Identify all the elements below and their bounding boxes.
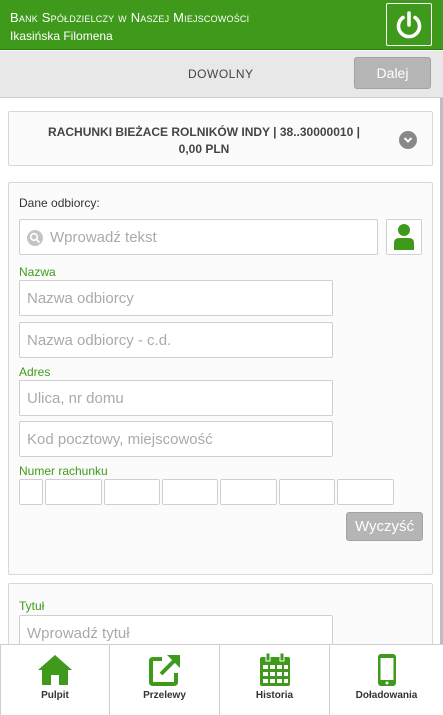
transfer-icon bbox=[147, 653, 183, 687]
next-button[interactable]: Dalej bbox=[354, 57, 431, 89]
account-number-segment-4[interactable] bbox=[162, 479, 218, 505]
title-panel: Tytuł Wprowadź tytuł bbox=[8, 583, 433, 653]
nav-label-pulpit: Pulpit bbox=[41, 690, 69, 701]
account-number-segment-5[interactable] bbox=[220, 479, 277, 505]
search-icon bbox=[27, 230, 43, 246]
contacts-button[interactable] bbox=[386, 219, 422, 255]
account-number-segment-2[interactable] bbox=[45, 479, 102, 505]
account-name: RACHUNKI BIEŻACE ROLNIKÓW INDY | 38..300… bbox=[48, 125, 360, 139]
name-placeholder: Nazwa odbiorcy bbox=[27, 289, 134, 307]
title-placeholder: Wprowadź tytuł bbox=[27, 624, 130, 642]
account-number-segment-3[interactable] bbox=[104, 479, 160, 505]
city-input[interactable]: Kod pocztowy, miejscowość bbox=[19, 421, 333, 457]
nav-label-przelewy: Przelewy bbox=[143, 690, 186, 701]
nav-item-przelewy[interactable]: Przelewy bbox=[110, 645, 220, 715]
city-placeholder: Kod pocztowy, miejscowość bbox=[27, 430, 213, 448]
chevron-down-icon[interactable] bbox=[399, 131, 417, 149]
toolbar: Dowolny Dalej bbox=[0, 51, 443, 98]
bank-name: Bank Spółdzielczy w Naszej Miejscowości bbox=[10, 10, 250, 25]
account-number-segment-7[interactable] bbox=[337, 479, 394, 505]
account-number-segment-6[interactable] bbox=[279, 479, 335, 505]
power-icon bbox=[396, 10, 422, 38]
transfer-mode-label: Dowolny bbox=[188, 67, 254, 81]
address-label: Adres bbox=[19, 365, 51, 379]
clear-button[interactable]: Wyczyść bbox=[346, 512, 423, 541]
account-balance: 0,00 PLN bbox=[178, 142, 230, 156]
nav-label-historia: Historia bbox=[255, 690, 294, 701]
recipient-name-input[interactable]: Nazwa odbiorcy bbox=[19, 280, 333, 316]
search-placeholder: Wprowadź tekst bbox=[50, 228, 157, 246]
phone-icon bbox=[369, 653, 405, 687]
recipient-section-label: Dane odbiorcy: bbox=[19, 196, 100, 210]
nav-label-doladowania: Doładowania bbox=[355, 690, 418, 701]
bottom-nav: Pulpit Przelewy Historia Doładowania bbox=[0, 644, 443, 715]
recipient-search-input[interactable]: Wprowadź tekst bbox=[19, 219, 378, 255]
user-icon bbox=[394, 224, 414, 250]
title-label: Tytuł bbox=[19, 599, 45, 613]
account-number-segment-1[interactable] bbox=[19, 479, 43, 505]
street-placeholder: Ulica, nr domu bbox=[27, 389, 124, 407]
nav-item-pulpit[interactable]: Pulpit bbox=[0, 645, 110, 715]
recipient-name-cont-input[interactable]: Nazwa odbiorcy - c.d. bbox=[19, 322, 333, 358]
name-label: Nazwa bbox=[19, 265, 56, 279]
user-name: Ikasińska Filomena bbox=[10, 29, 113, 43]
app-header: Bank Spółdzielczy w Naszej Miejscowości … bbox=[0, 0, 443, 50]
nav-item-doladowania[interactable]: Doładowania bbox=[330, 645, 443, 715]
recipient-panel: Dane odbiorcy: Wprowadź tekst Nazwa Nazw… bbox=[8, 182, 433, 575]
account-number-label: Numer rachunku bbox=[19, 464, 108, 478]
calendar-icon bbox=[257, 653, 293, 687]
home-icon bbox=[37, 653, 73, 687]
street-input[interactable]: Ulica, nr domu bbox=[19, 380, 333, 416]
nav-item-historia[interactable]: Historia bbox=[220, 645, 330, 715]
account-selector[interactable]: RACHUNKI BIEŻACE ROLNIKÓW INDY | 38..300… bbox=[8, 111, 433, 166]
name-cont-placeholder: Nazwa odbiorcy - c.d. bbox=[27, 331, 172, 349]
logout-button[interactable] bbox=[386, 3, 432, 46]
